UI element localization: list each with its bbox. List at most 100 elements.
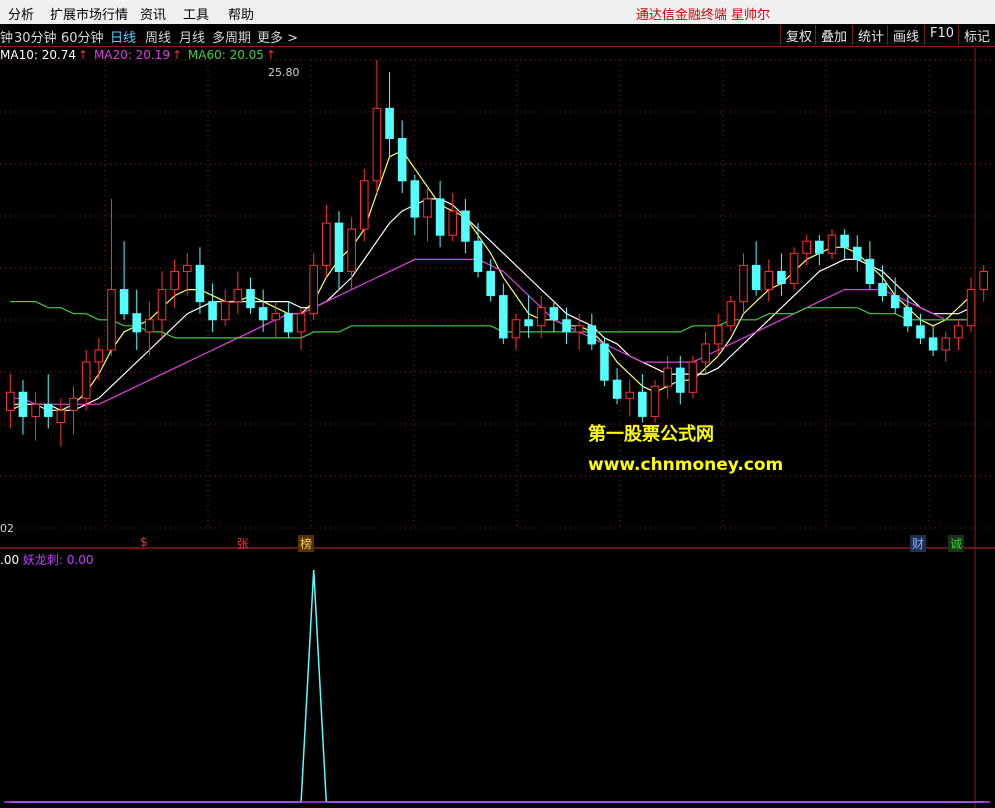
candle-body [119, 289, 129, 315]
candle-body [941, 337, 951, 351]
candle-body [524, 319, 533, 327]
candle-body [183, 264, 192, 272]
ma-legend: MA10: 20.74 ↑ MA20: 20.19 ↑ MA60: 20.05 ↑ [0, 48, 276, 62]
watermark-url: www.chnmoney.com [588, 455, 784, 475]
candle-body [511, 319, 521, 339]
candle-body [549, 307, 559, 321]
candle-body [372, 107, 382, 182]
candle-body [258, 307, 268, 321]
candle-body [536, 307, 546, 327]
candle-body [878, 283, 887, 297]
candle-body [815, 240, 824, 254]
candle-body [309, 264, 318, 315]
candle-body [410, 180, 420, 218]
candle-body [157, 289, 167, 321]
candle-body [612, 379, 622, 399]
event-tag-finance[interactable]: 财 [910, 535, 927, 552]
candle-body [220, 301, 230, 321]
candle-body [789, 252, 799, 285]
candle-body [359, 180, 369, 230]
candle-body [195, 264, 205, 303]
candle-body [726, 301, 736, 327]
candle-body [334, 222, 344, 272]
candle-body [777, 270, 786, 285]
candle-body [713, 325, 723, 345]
candle-body [31, 403, 40, 417]
candle-body [903, 307, 913, 327]
candle-body [486, 270, 495, 297]
candle-body [347, 228, 356, 272]
candle-body [56, 409, 66, 423]
candle-body [701, 343, 710, 363]
watermark-title: 第一股票公式网 [588, 424, 714, 445]
kline-chart[interactable] [0, 0, 995, 808]
candle-body [461, 210, 470, 242]
candle-body [751, 264, 761, 291]
candle-body [94, 349, 104, 363]
sub-indicator-chart [4, 569, 990, 803]
event-tag-limit-up[interactable]: 张 [235, 535, 251, 552]
candle-body [233, 289, 243, 303]
candle-body [574, 325, 584, 333]
candle-body [271, 313, 281, 321]
candle-body [322, 222, 331, 266]
candle-body [865, 258, 875, 285]
candle-body [81, 361, 91, 399]
chart-grid [0, 48, 995, 808]
candle-body [979, 270, 988, 291]
low-price-label: 02 [0, 522, 14, 535]
candle-body [676, 367, 685, 393]
candle-body [739, 264, 748, 303]
candle-body [499, 295, 508, 339]
candle-body [448, 210, 458, 236]
candle-body [284, 313, 293, 333]
candle-body [663, 367, 672, 387]
candle-body [43, 403, 53, 417]
candle-body [6, 391, 15, 411]
ma-line-ma10 [10, 198, 972, 411]
candle-body [802, 240, 811, 254]
candle-body [423, 198, 432, 218]
candle-body [638, 391, 647, 417]
candle-body [296, 313, 306, 333]
candle-body [625, 391, 635, 399]
candles [6, 60, 988, 447]
sub-indicator-legend: .00 妖龙刺: 0.00 [0, 551, 94, 568]
high-price-label: 25.80 [268, 66, 300, 79]
candle-body [890, 295, 900, 309]
candle-body [650, 385, 660, 417]
event-tag-ranking[interactable]: 榜 [298, 535, 315, 552]
ma10-label: MA10: 20.74 [0, 48, 77, 62]
event-tag-integrity[interactable]: 诚 [948, 535, 965, 552]
candle-body [435, 198, 445, 236]
candle-body [688, 361, 698, 393]
candle-body [764, 270, 774, 291]
candle-body [587, 325, 597, 345]
candle-body [132, 313, 142, 333]
candle-body [840, 234, 849, 248]
candle-body [562, 319, 571, 333]
candle-body [954, 325, 963, 339]
candle-body [18, 391, 28, 417]
candle-body [473, 240, 483, 272]
candle-body [145, 319, 154, 333]
ma20-label: MA20: 20.19 [93, 48, 170, 62]
candle-body [385, 107, 394, 140]
candle-body [397, 138, 407, 182]
candle-body [170, 270, 179, 291]
candle-body [107, 289, 116, 351]
candle-body [928, 337, 938, 351]
candle-body [246, 289, 255, 309]
candle-body [916, 325, 925, 339]
candle-body [69, 397, 78, 411]
candle-body [600, 343, 609, 381]
sub-indicator-prefix: .00 [0, 553, 20, 567]
candle-body [852, 246, 862, 260]
candle-body [827, 234, 837, 254]
sub-indicator-label: 妖龙刺: 0.00 [22, 553, 94, 567]
sub-indicator-line [10, 569, 984, 803]
candle-body [966, 289, 976, 327]
ma60-label: MA60: 20.05 [187, 48, 264, 62]
candle-body [208, 301, 217, 321]
event-tag-dollar[interactable]: $ [138, 535, 150, 549]
